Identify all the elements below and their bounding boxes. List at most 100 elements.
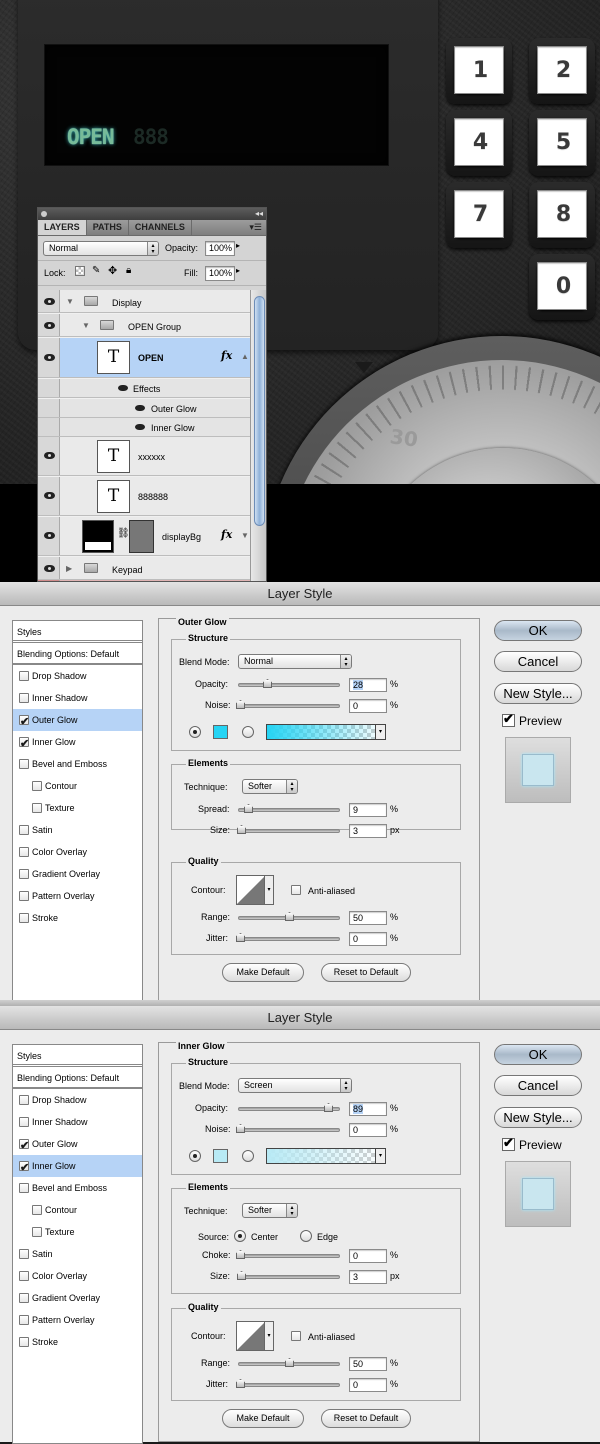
layer-displaybg[interactable]: ⛓ displayBg fx ▼ <box>38 517 250 556</box>
checkbox[interactable] <box>19 759 29 769</box>
style-gradient-overlay[interactable]: Gradient Overlay <box>13 863 142 885</box>
layer-keypad-folder[interactable]: ▶ Keypad <box>38 557 250 580</box>
style-pattern-overlay[interactable]: Pattern Overlay <box>13 1309 142 1331</box>
visibility-eye-icon[interactable] <box>44 322 55 329</box>
style-drop-shadow[interactable]: Drop Shadow <box>13 665 142 687</box>
checkbox[interactable] <box>19 847 29 857</box>
style-stroke[interactable]: Stroke <box>13 1331 142 1353</box>
new-style-button[interactable]: New Style... <box>494 683 582 704</box>
opacity-input[interactable]: 89 <box>349 1102 387 1116</box>
tab-layers[interactable]: LAYERS <box>38 220 87 235</box>
fx-icon[interactable]: fx <box>221 528 232 541</box>
scrollbar-thumb[interactable] <box>254 296 265 526</box>
checkbox[interactable] <box>19 693 29 703</box>
jitter-input[interactable]: 0 <box>349 1378 387 1392</box>
effects-toggle-icon[interactable]: ▲ <box>241 352 249 361</box>
reset-default-button[interactable]: Reset to Default <box>321 1409 411 1428</box>
checkbox-checked[interactable] <box>19 733 29 755</box>
style-texture[interactable]: Texture <box>13 1221 142 1243</box>
source-edge-radio[interactable] <box>300 1230 312 1242</box>
style-inner-glow[interactable]: Inner Glow <box>13 1155 142 1179</box>
opacity-input[interactable]: 28 <box>349 678 387 692</box>
cancel-button[interactable]: Cancel <box>494 1075 582 1096</box>
jitter-slider[interactable] <box>236 933 340 942</box>
noise-slider[interactable] <box>236 1124 340 1133</box>
checkbox-checked[interactable] <box>19 1157 29 1179</box>
opacity-arrow-icon[interactable]: ▸ <box>236 241 240 250</box>
size-slider[interactable] <box>237 1271 340 1280</box>
style-gradient-overlay[interactable]: Gradient Overlay <box>13 1287 142 1309</box>
size-slider[interactable] <box>237 825 340 834</box>
visibility-eye-icon[interactable] <box>135 405 145 411</box>
visibility-eye-icon[interactable] <box>135 424 145 430</box>
glow-gradient-picker[interactable]: ▾ <box>266 724 386 740</box>
range-slider[interactable] <box>238 912 340 921</box>
new-style-button[interactable]: New Style... <box>494 1107 582 1128</box>
style-contour[interactable]: Contour <box>13 1199 142 1221</box>
range-input[interactable]: 50 <box>349 911 387 925</box>
checkbox[interactable] <box>19 671 29 681</box>
checkbox[interactable] <box>19 869 29 879</box>
checkbox[interactable] <box>19 1337 29 1347</box>
styles-header[interactable]: Styles <box>13 621 142 643</box>
ok-button[interactable]: OK <box>494 620 582 641</box>
style-inner-shadow[interactable]: Inner Shadow <box>13 687 142 709</box>
checkbox[interactable] <box>19 1293 29 1303</box>
preview-checkbox[interactable] <box>502 711 515 727</box>
lock-all-icon[interactable]: 🔒︎ <box>126 265 131 276</box>
panel-menu-icon[interactable]: ▾☰ <box>249 222 262 233</box>
styles-header[interactable]: Styles <box>13 1045 142 1067</box>
size-input[interactable]: 3 <box>349 1270 387 1284</box>
gradient-radio[interactable] <box>242 726 254 738</box>
style-color-overlay[interactable]: Color Overlay <box>13 841 142 863</box>
blend-mode-select[interactable]: Normal ▴ ▾ <box>238 654 352 669</box>
checkbox[interactable] <box>19 1183 29 1193</box>
checkbox[interactable] <box>32 781 42 791</box>
noise-input[interactable]: 0 <box>349 1123 387 1137</box>
panel-close-icon[interactable] <box>41 211 47 217</box>
contour-picker[interactable]: ▾ <box>236 875 274 905</box>
reset-default-button[interactable]: Reset to Default <box>321 963 411 982</box>
expand-triangle-icon[interactable]: ▶ <box>66 564 72 573</box>
layer-open[interactable]: T OPEN fx ▲ <box>38 338 250 378</box>
expand-triangle-icon[interactable]: ▼ <box>82 321 90 330</box>
style-inner-glow[interactable]: Inner Glow <box>13 731 142 755</box>
layer-888888[interactable]: T 888888 <box>38 477 250 516</box>
effect-outer-glow[interactable]: Outer Glow <box>38 399 250 418</box>
jitter-input[interactable]: 0 <box>349 932 387 946</box>
visibility-eye-icon[interactable] <box>44 565 55 572</box>
preview-checkbox[interactable] <box>502 1135 515 1151</box>
checkbox[interactable] <box>19 913 29 923</box>
choke-slider[interactable] <box>236 1250 340 1259</box>
panel-collapse-icon[interactable]: ◂◂ <box>255 208 263 220</box>
effect-inner-glow[interactable]: Inner Glow <box>38 418 250 437</box>
checkbox-checked[interactable] <box>19 711 29 733</box>
range-input[interactable]: 50 <box>349 1357 387 1371</box>
checkbox[interactable] <box>19 1271 29 1281</box>
checkbox[interactable] <box>19 1249 29 1259</box>
range-slider[interactable] <box>238 1358 340 1367</box>
spread-slider[interactable] <box>238 804 340 813</box>
make-default-button[interactable]: Make Default <box>222 1409 304 1428</box>
anti-aliased-checkbox[interactable] <box>291 1331 301 1341</box>
fill-arrow-icon[interactable]: ▸ <box>236 266 240 275</box>
visibility-eye-icon[interactable] <box>118 385 128 391</box>
visibility-eye-icon[interactable] <box>44 298 55 305</box>
style-drop-shadow[interactable]: Drop Shadow <box>13 1089 142 1111</box>
checkbox-checked[interactable] <box>19 1135 29 1157</box>
style-pattern-overlay[interactable]: Pattern Overlay <box>13 885 142 907</box>
technique-select[interactable]: Softer ▴ ▾ <box>242 1203 298 1218</box>
style-contour[interactable]: Contour <box>13 775 142 797</box>
blending-options[interactable]: Blending Options: Default <box>13 1067 142 1089</box>
style-bevel-emboss[interactable]: Bevel and Emboss <box>13 753 142 775</box>
fx-icon[interactable]: fx <box>221 349 232 362</box>
expand-triangle-icon[interactable]: ▼ <box>66 297 74 306</box>
glow-color-swatch[interactable] <box>213 1149 228 1163</box>
blending-options[interactable]: Blending Options: Default <box>13 643 142 665</box>
blend-mode-select[interactable]: Screen ▴ ▾ <box>238 1078 352 1093</box>
checkbox[interactable] <box>32 1227 42 1237</box>
visibility-eye-icon[interactable] <box>44 354 55 361</box>
contour-picker[interactable]: ▾ <box>236 1321 274 1351</box>
gradient-radio[interactable] <box>242 1150 254 1162</box>
visibility-eye-icon[interactable] <box>44 452 55 459</box>
